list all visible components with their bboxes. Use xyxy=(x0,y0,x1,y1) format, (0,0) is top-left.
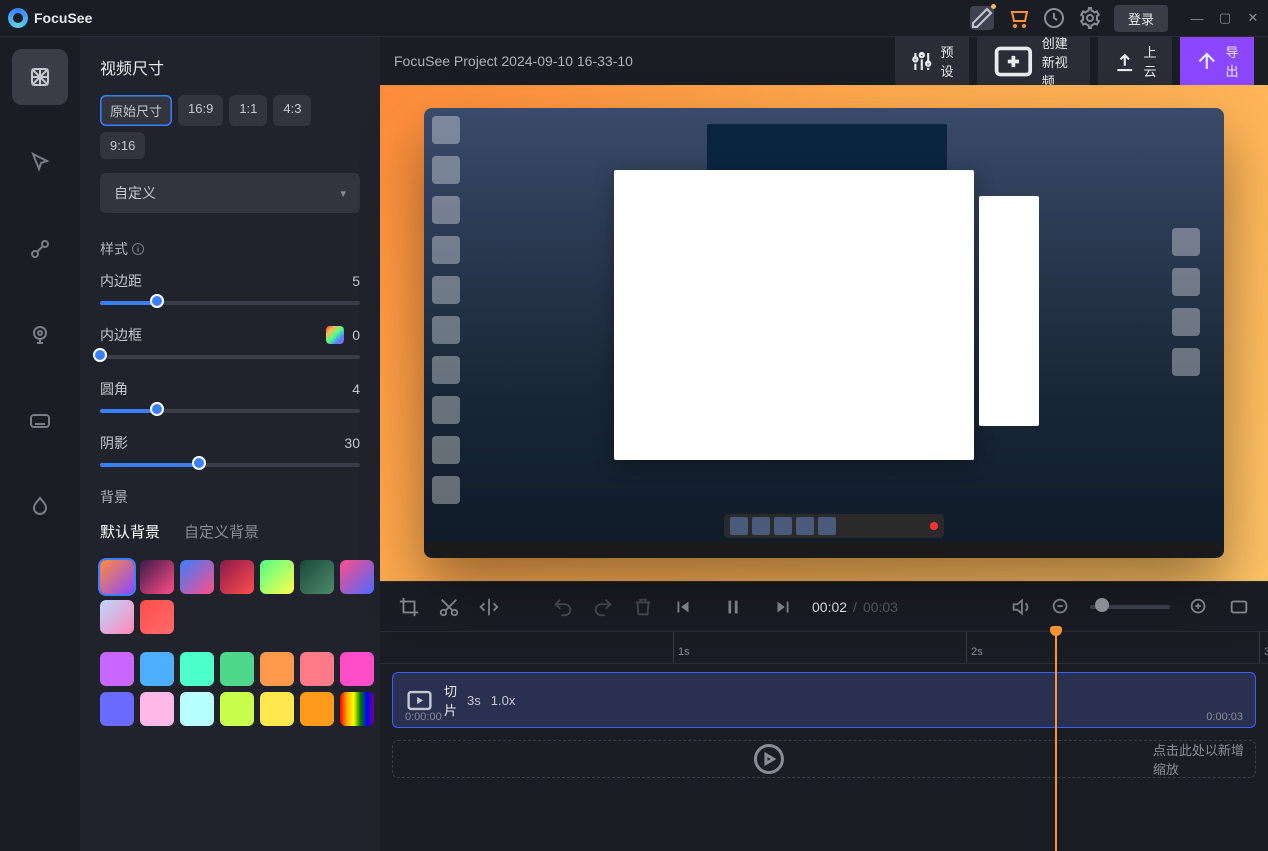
bg-swatch[interactable] xyxy=(300,692,334,726)
bg-swatch[interactable] xyxy=(300,652,334,686)
bg-swatch[interactable] xyxy=(140,692,174,726)
style-heading: 样式 i xyxy=(100,239,360,259)
bg-tab-custom[interactable]: 自定义背景 xyxy=(184,521,259,542)
app-name: FocuSee xyxy=(34,10,92,26)
radius-slider[interactable] xyxy=(100,409,360,413)
login-button[interactable]: 登录 xyxy=(1114,5,1168,32)
crop-icon[interactable] xyxy=(398,596,420,618)
split-icon[interactable] xyxy=(478,596,500,618)
ratio-9:16[interactable]: 9:16 xyxy=(100,132,145,159)
padding-slider[interactable] xyxy=(100,301,360,305)
zoom-in-icon[interactable] xyxy=(1188,596,1210,618)
settings-icon[interactable] xyxy=(1078,6,1102,30)
bg-swatch[interactable] xyxy=(140,600,174,634)
ratio-16:9[interactable]: 16:9 xyxy=(178,95,223,126)
border-label: 内边框 xyxy=(100,325,142,345)
shadow-label: 阴影 xyxy=(100,433,128,453)
chevron-down-icon: ▾ xyxy=(340,187,346,200)
ruler-tick: 3s xyxy=(1259,632,1268,663)
shadow-slider[interactable] xyxy=(100,463,360,467)
minimize-icon[interactable]: — xyxy=(1190,11,1204,25)
redo-icon[interactable] xyxy=(592,596,614,618)
bg-swatch[interactable] xyxy=(260,652,294,686)
rail-caption[interactable] xyxy=(12,393,68,449)
bg-swatch[interactable] xyxy=(180,560,214,594)
bg-swatch[interactable] xyxy=(220,652,254,686)
preview-canvas xyxy=(380,85,1268,581)
history-icon[interactable] xyxy=(1042,6,1066,30)
bg-swatch[interactable] xyxy=(220,560,254,594)
bg-swatch[interactable] xyxy=(260,560,294,594)
maximize-icon[interactable]: ▢ xyxy=(1218,11,1232,25)
ratio-1:1[interactable]: 1:1 xyxy=(229,95,267,126)
ruler-tick: 2s xyxy=(966,632,983,663)
border-slider[interactable] xyxy=(100,355,360,359)
bg-swatch[interactable] xyxy=(260,692,294,726)
zoom-out-icon[interactable] xyxy=(1050,596,1072,618)
border-color-swatch[interactable] xyxy=(326,326,344,344)
rail-cursor[interactable] xyxy=(12,135,68,191)
undo-icon[interactable] xyxy=(552,596,574,618)
bg-swatch[interactable] xyxy=(140,652,174,686)
pause-icon[interactable] xyxy=(722,596,744,618)
bg-swatch[interactable] xyxy=(180,652,214,686)
delete-icon[interactable] xyxy=(632,596,654,618)
volume-icon[interactable] xyxy=(1010,596,1032,618)
bg-swatch[interactable] xyxy=(220,692,254,726)
cut-icon[interactable] xyxy=(438,596,460,618)
zoom-slider[interactable] xyxy=(1090,605,1170,609)
prev-icon[interactable] xyxy=(672,596,694,618)
ruler-tick: 1s xyxy=(673,632,690,663)
bg-swatch[interactable] xyxy=(100,692,134,726)
rail-camera[interactable] xyxy=(12,307,68,363)
ratio-原始尺寸[interactable]: 原始尺寸 xyxy=(100,95,172,126)
border-value: 0 xyxy=(352,327,360,343)
time-display: 00:02/00:03 xyxy=(812,599,898,615)
padding-label: 内边距 xyxy=(100,271,142,291)
bg-swatch[interactable] xyxy=(340,560,374,594)
info-icon: i xyxy=(132,243,144,255)
rail-canvas[interactable] xyxy=(12,49,68,105)
app-logo-icon xyxy=(8,8,28,28)
close-icon[interactable]: ✕ xyxy=(1246,11,1260,25)
padding-value: 5 xyxy=(352,273,360,289)
radius-value: 4 xyxy=(352,381,360,397)
add-zoom-button[interactable]: 点击此处以新增缩放 xyxy=(392,740,1256,778)
shadow-value: 30 xyxy=(344,435,360,451)
bg-tab-default[interactable]: 默认背景 xyxy=(100,521,160,542)
bg-swatch[interactable] xyxy=(100,600,134,634)
rail-watermark[interactable] xyxy=(12,479,68,535)
fit-icon[interactable] xyxy=(1228,596,1250,618)
ratio-4:3[interactable]: 4:3 xyxy=(273,95,311,126)
cart-icon[interactable] xyxy=(1006,6,1030,30)
edit-icon[interactable] xyxy=(970,6,994,30)
custom-size-label: 自定义 xyxy=(114,183,156,203)
rail-clicks[interactable] xyxy=(12,221,68,277)
bg-swatch[interactable] xyxy=(140,560,174,594)
bg-swatch[interactable] xyxy=(100,560,134,594)
bg-swatch[interactable] xyxy=(340,692,374,726)
play-circle-icon xyxy=(393,741,1145,777)
panel-video-size: 视频尺寸 xyxy=(100,55,360,79)
bg-heading: 背景 xyxy=(100,487,360,507)
bg-swatch[interactable] xyxy=(340,652,374,686)
bg-swatch[interactable] xyxy=(300,560,334,594)
project-title: FocuSee Project 2024-09-10 16-33-10 xyxy=(394,53,633,69)
timeline-clip[interactable]: 切片 3s 1.0x 0:00:00 0:00:03 xyxy=(392,672,1256,728)
next-icon[interactable] xyxy=(772,596,794,618)
bg-swatch[interactable] xyxy=(100,652,134,686)
playhead[interactable] xyxy=(1055,626,1057,851)
radius-label: 圆角 xyxy=(100,379,128,399)
bg-swatch[interactable] xyxy=(180,692,214,726)
custom-size-dropdown[interactable]: 自定义 ▾ xyxy=(100,173,360,213)
